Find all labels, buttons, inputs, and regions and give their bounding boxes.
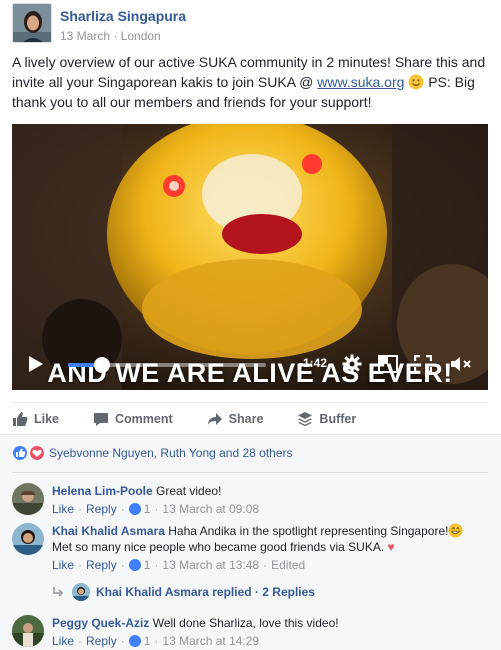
- grin-emoji-icon: [448, 523, 463, 538]
- comment-item: Khai Khalid Asmara Haha Andika in the sp…: [12, 523, 482, 573]
- comment-text: Haha Andika in the spotlight representin…: [168, 524, 449, 538]
- thumbs-up-icon: [13, 411, 28, 426]
- video-time-remaining: -1:42: [299, 356, 328, 370]
- comment-like-count[interactable]: 1: [128, 633, 151, 649]
- like-button[interactable]: Like: [12, 411, 59, 427]
- video-progress-bar[interactable]: [68, 357, 266, 373]
- comment-timestamp[interactable]: 13 March at 13:48: [162, 557, 259, 573]
- comment-reply-link[interactable]: Reply: [86, 633, 117, 649]
- like-reaction-icon: [12, 445, 28, 461]
- comment-like-link[interactable]: Like: [52, 633, 74, 649]
- replies-thread-link[interactable]: Khai Khalid Asmara replied · 2 Replies: [52, 583, 315, 601]
- commenter-name[interactable]: Peggy Quek-Aziz: [52, 616, 149, 630]
- buffer-label: Buffer: [319, 411, 357, 426]
- commenter-avatar[interactable]: [12, 483, 44, 515]
- author-name[interactable]: Sharliza Singapura: [60, 7, 186, 25]
- reactions-summary-text[interactable]: Syebvonne Nguyen, Ruth Yong and 28 other…: [49, 446, 293, 460]
- comment-text: Great video!: [156, 484, 222, 498]
- comment-text-line2: Met so many nice people who became good …: [52, 540, 385, 554]
- comment-like-link[interactable]: Like: [52, 557, 74, 573]
- play-icon[interactable]: [28, 355, 44, 373]
- comment-like-count[interactable]: 1: [128, 501, 151, 517]
- comment-edited-label[interactable]: Edited: [271, 557, 305, 573]
- post-text: A lively overview of our active SUKA com…: [12, 52, 490, 112]
- author-avatar[interactable]: [12, 3, 52, 43]
- video-player[interactable]: AND WE ARE ALIVE AS EVER! -1:42: [12, 124, 488, 390]
- video-frame: [12, 124, 488, 390]
- comment-item: Helena Lim-Poole Great video! Like · Repl…: [12, 483, 259, 517]
- comment-meta: Like · Reply · 1 · 13 March at 14:29: [52, 633, 260, 649]
- comment-like-count[interactable]: 1: [128, 557, 151, 573]
- facebook-post: Sharliza Singapura 13 March · London A l…: [0, 0, 501, 650]
- mute-volume-icon[interactable]: [450, 355, 472, 373]
- share-button[interactable]: Share: [207, 411, 264, 427]
- replier-avatar: [72, 583, 90, 601]
- post-header: Sharliza Singapura 13 March · London: [12, 3, 186, 45]
- like-bubble-icon: [128, 635, 141, 647]
- comment-like-count-value: 1: [143, 558, 151, 572]
- reactions-summary[interactable]: Syebvonne Nguyen, Ruth Yong and 28 other…: [12, 445, 293, 461]
- comment-meta: Like · Reply · 1 · 13 March at 13:48 · Edite…: [52, 557, 306, 573]
- settings-gear-icon[interactable]: [342, 354, 362, 374]
- fullscreen-icon[interactable]: [414, 355, 432, 373]
- comment-like-count-value: 1: [143, 634, 151, 648]
- like-bubble-icon: [128, 559, 141, 571]
- replies-thread-text: Khai Khalid Asmara replied · 2 Replies: [96, 585, 315, 599]
- comment-reply-link[interactable]: Reply: [86, 501, 117, 517]
- share-label: Share: [228, 411, 264, 426]
- like-bubble-icon: [128, 503, 141, 515]
- post-actions-bar: Like Comment Share Buffer: [12, 402, 488, 434]
- comment-timestamp[interactable]: 13 March at 09:08: [162, 501, 259, 517]
- reactions-comments-area: Syebvonne Nguyen, Ruth Yong and 28 other…: [0, 434, 501, 650]
- heart-emoji-icon: ♥: [384, 540, 395, 554]
- commenter-avatar[interactable]: [12, 615, 44, 647]
- commenter-avatar[interactable]: [12, 523, 44, 555]
- comment-like-link[interactable]: Like: [52, 501, 74, 517]
- comment-bubble-icon: [94, 412, 109, 426]
- mini-player-icon[interactable]: [378, 355, 398, 373]
- comment-text: Well done Sharliza, love this video!: [152, 616, 339, 630]
- comment-button[interactable]: Comment: [93, 411, 173, 427]
- buffer-button[interactable]: Buffer: [297, 411, 356, 427]
- comment-like-count-value: 1: [143, 502, 151, 516]
- share-arrow-icon: [207, 412, 222, 425]
- comment-item: Peggy Quek-Aziz Well done Sharliza, love…: [12, 615, 339, 649]
- commenter-name[interactable]: Helena Lim-Poole: [52, 484, 153, 498]
- post-meta[interactable]: 13 March · London: [60, 28, 186, 44]
- comment-reply-link[interactable]: Reply: [86, 557, 117, 573]
- smile-emoji-icon: [408, 74, 424, 90]
- post-link[interactable]: www.suka.org: [317, 74, 404, 90]
- reply-arrow-icon: [53, 587, 64, 597]
- love-reaction-icon: [29, 445, 45, 461]
- comment-label: Comment: [115, 411, 173, 426]
- like-label: Like: [34, 411, 60, 426]
- divider: [12, 472, 488, 473]
- comment-meta: Like · Reply · 1 · 13 March at 09:08: [52, 501, 260, 517]
- video-progress-handle[interactable]: [93, 357, 110, 373]
- commenter-name[interactable]: Khai Khalid Asmara: [52, 524, 165, 538]
- buffer-stack-icon: [298, 411, 313, 426]
- comment-timestamp[interactable]: 13 March at 14:29: [162, 633, 259, 649]
